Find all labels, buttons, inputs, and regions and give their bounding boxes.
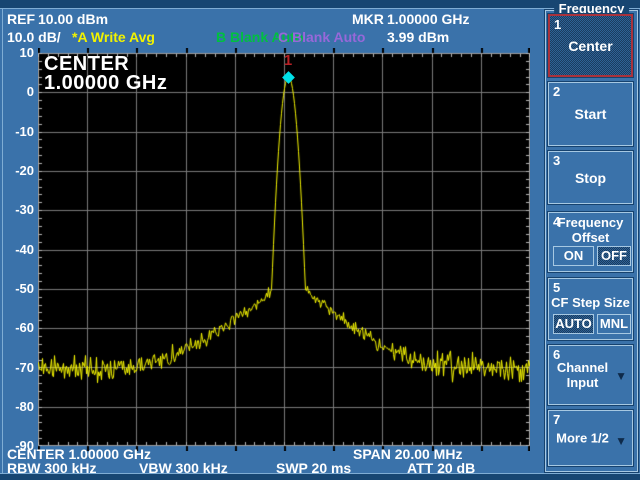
mnl-button[interactable]: MNL: [597, 314, 631, 334]
softkey-center[interactable]: 1 Center: [548, 14, 633, 77]
marker-number-label: 1: [280, 52, 296, 69]
y-axis-tick-label: -70: [0, 360, 34, 376]
on-off-toggle: ON OFF: [549, 246, 632, 266]
softkey-frequency-offset[interactable]: 4 Frequency Offset ON OFF: [548, 212, 633, 272]
marker-level-readout: 3.99 dBm: [387, 29, 449, 45]
y-axis-tick-label: -10: [0, 124, 34, 140]
spectrum-plot-canvas: [38, 48, 530, 451]
softkey-number: 7: [553, 412, 560, 427]
auto-button[interactable]: AUTO: [553, 314, 594, 334]
dropdown-triangle-icon: ▼: [615, 434, 627, 448]
softkey-number: 2: [553, 84, 560, 99]
y-axis-tick-label: -50: [0, 281, 34, 297]
softkey-label: CF Step Size: [549, 295, 632, 310]
trace-c-status: C Blank Auto: [278, 29, 365, 45]
y-axis-tick-label: 10: [0, 45, 34, 61]
swp-readout: SWP 20 ms: [276, 460, 351, 476]
softkey-label: Channel Input: [551, 360, 614, 390]
dropdown-triangle-icon: ▼: [615, 369, 627, 383]
softkey-label: More 1/2: [551, 431, 614, 446]
softkey-stop[interactable]: 3 Stop: [548, 151, 633, 204]
y-axis-tick-label: -40: [0, 242, 34, 258]
softkey-label: Center: [550, 38, 631, 54]
marker-freq-readout: 1.00000 GHz: [387, 11, 470, 27]
y-axis-tick-label: -80: [0, 399, 34, 415]
trace-a-status: *A Write Avg: [72, 29, 155, 45]
ref-label: REF: [7, 11, 35, 27]
softkey-label: Frequency Offset: [549, 215, 632, 245]
plot-center-annotation: CENTER 1.00000 GHz: [44, 55, 167, 93]
softkey-channel-input[interactable]: 6 Channel Input ▼: [548, 345, 633, 405]
plot-center-annotation-line2: 1.00000 GHz: [44, 74, 167, 93]
spectrum-analyzer-screen: REF 10.00 dBm MKR 1.00000 GHz 10.0 dB/ *…: [0, 0, 640, 480]
rbw-readout: RBW 300 kHz: [7, 460, 96, 476]
softkey-number: 5: [553, 280, 560, 295]
softkey-number: 1: [554, 17, 561, 32]
softkey-start[interactable]: 2 Start: [548, 82, 633, 146]
softkey-number: 3: [553, 153, 560, 168]
softkey-label: Stop: [549, 170, 632, 186]
auto-mnl-toggle: AUTO MNL: [549, 314, 632, 334]
off-button[interactable]: OFF: [597, 246, 631, 266]
on-button[interactable]: ON: [553, 246, 594, 266]
softkey-label: Start: [549, 106, 632, 122]
vbw-readout: VBW 300 kHz: [139, 460, 228, 476]
scale-readout: 10.0 dB/: [7, 29, 61, 45]
frequency-menu: Frequency 1 Center 2 Start 3 Stop 4 Freq…: [545, 10, 638, 472]
y-axis-tick-label: -20: [0, 163, 34, 179]
att-readout: ATT 20 dB: [407, 460, 475, 476]
softkey-more[interactable]: 7 More 1/2 ▼: [548, 410, 633, 466]
top-strip: [0, 0, 640, 9]
marker-readout-label: MKR: [352, 11, 384, 27]
y-axis-tick-label: 0: [0, 84, 34, 100]
y-axis-tick-label: -60: [0, 320, 34, 336]
y-axis-tick-label: -30: [0, 202, 34, 218]
ref-value: 10.00 dBm: [38, 11, 108, 27]
softkey-cf-step-size[interactable]: 5 CF Step Size AUTO MNL: [548, 278, 633, 340]
